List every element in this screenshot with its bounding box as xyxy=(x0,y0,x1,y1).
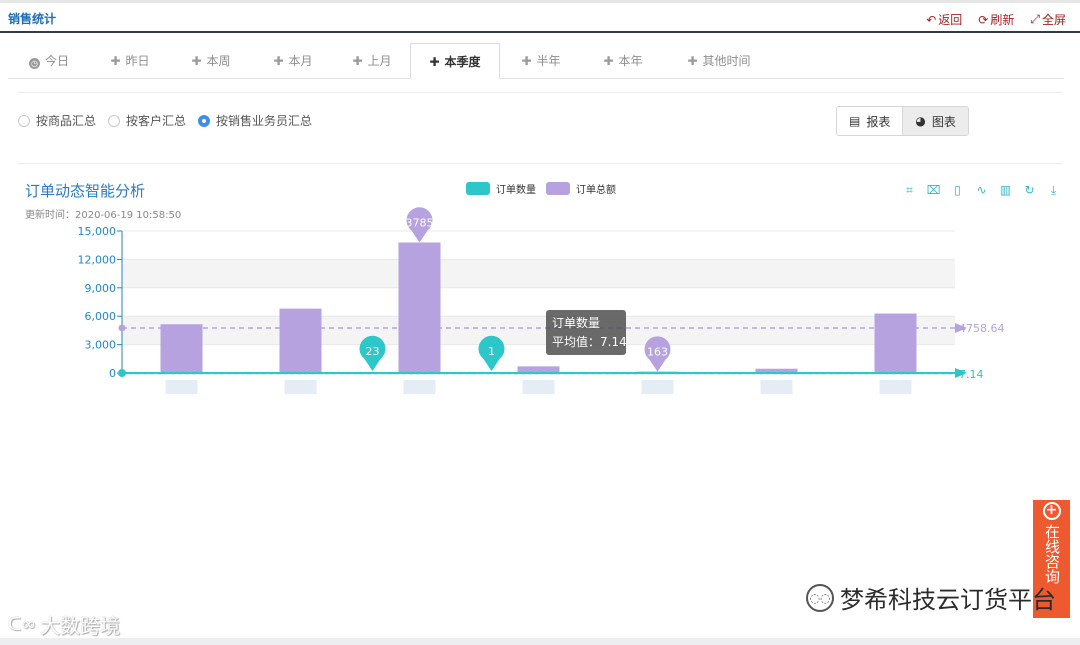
wechat-icon: ◌◌ xyxy=(806,583,834,612)
brand-watermark: ◌◌ 梦希科技云订货平台 xyxy=(806,580,1056,615)
order-count-average-start xyxy=(118,369,126,377)
restore-icon[interactable]: ↻ xyxy=(1022,183,1037,198)
category-label-blurred xyxy=(760,380,793,394)
y-tick-label: 9,000 xyxy=(85,282,117,295)
order-count-average-label: 7.14 xyxy=(959,368,984,381)
refresh-icon: ⟳ xyxy=(978,12,989,27)
plus-icon: ✚ xyxy=(429,55,440,69)
brand-logo-icon: ᑕ∞ xyxy=(8,614,37,635)
category-label-blurred xyxy=(284,380,317,394)
fullscreen-button[interactable]: ⤢ 全屏 xyxy=(1030,11,1066,28)
bar-icon[interactable]: ▥ xyxy=(998,183,1013,198)
report-view-button[interactable]: ▤ 报表 xyxy=(837,107,903,135)
order-total-average-start xyxy=(118,324,126,332)
legend-swatch xyxy=(466,182,490,195)
clock-icon: ◷ xyxy=(28,58,40,69)
plus-icon: ✚ xyxy=(273,54,284,68)
y-tick-label: 12,000 xyxy=(78,253,117,266)
order-total-average-label: 4758.64 xyxy=(959,322,1005,335)
plus-icon: ✚ xyxy=(603,54,614,68)
radio-circle xyxy=(18,114,30,127)
zoom-icon[interactable]: ⌗ xyxy=(902,183,917,198)
category-label-blurred xyxy=(165,380,198,394)
category-label-blurred xyxy=(403,380,436,394)
bar-order-total xyxy=(398,242,441,373)
divider xyxy=(18,92,1062,93)
plus-icon: ✚ xyxy=(191,54,202,68)
back-icon: ↶ xyxy=(926,12,937,27)
bar-order-total xyxy=(160,324,203,373)
refresh-button[interactable]: ⟳ 刷新 xyxy=(978,11,1014,28)
tab-this-month[interactable]: ✚ 本月 xyxy=(252,43,334,79)
chart-legend: 订单数量 订单总额 xyxy=(466,181,616,196)
bar-order-total xyxy=(279,308,322,373)
order-count-marker-label: 1 xyxy=(488,345,495,358)
grid-band xyxy=(122,287,955,317)
tab-this-quarter[interactable]: ✚ 本季度 xyxy=(410,43,500,79)
tooltip-value: 平均值：7.14 xyxy=(552,334,627,349)
divider xyxy=(18,163,1062,164)
order-chart: 15,000 12,000 9,000 6,000 3,000 0 7.14 4758.64 3… xyxy=(78,207,1005,394)
back-button[interactable]: ↶ 返回 xyxy=(926,11,962,28)
y-tick-label: 3,000 xyxy=(85,339,117,352)
pie-chart-icon: ◕ xyxy=(915,114,926,128)
download-icon[interactable]: ⤓ xyxy=(1046,183,1061,198)
legend-swatch xyxy=(546,182,570,195)
tab-yesterday[interactable]: ✚ 昨日 xyxy=(90,43,170,79)
radio-circle xyxy=(198,114,211,127)
tab-other-time[interactable]: ✚ 其他时间 xyxy=(664,43,774,79)
grid-band xyxy=(122,259,955,288)
back-label: 返回 xyxy=(938,13,963,27)
fullscreen-label: 全屏 xyxy=(1041,13,1066,27)
fullscreen-icon: ⤢ xyxy=(1030,12,1040,26)
grid-band xyxy=(122,316,955,345)
plus-icon: ✚ xyxy=(352,54,363,68)
plus-icon: ✚ xyxy=(110,54,121,68)
grouping-options: 按商品汇总 按客户汇总 按销售业务员汇总 xyxy=(18,112,312,129)
order-total-marker-label: 163 xyxy=(647,346,668,359)
line-icon[interactable]: ∿ xyxy=(974,183,989,198)
tab-today[interactable]: ◷ 今日 xyxy=(8,43,90,79)
grid-band xyxy=(122,231,955,260)
category-label-blurred xyxy=(641,380,674,394)
chart-toolbox: ⌗ ⌧ ▯ ∿ ▥ ↻ ⤓ xyxy=(902,183,1061,198)
legend-item-order-total[interactable]: 订单总额 xyxy=(546,181,616,196)
radio-by-product[interactable]: 按商品汇总 xyxy=(18,112,96,129)
header-actions: ↶ 返回 ⟳ 刷新 ⤢ 全屏 xyxy=(926,11,1066,28)
tab-last-month[interactable]: ✚ 上月 xyxy=(334,43,410,79)
order-count-marker-label: 23 xyxy=(366,345,380,358)
category-label-blurred xyxy=(879,380,912,394)
plus-circle-icon: + xyxy=(1042,502,1061,520)
tab-half-year[interactable]: ✚ 半年 xyxy=(500,43,582,79)
tab-this-week[interactable]: ✚ 本周 xyxy=(170,43,252,79)
view-toggle: ▤ 报表 ◕ 图表 xyxy=(836,106,969,136)
data-view-icon[interactable]: ▯ xyxy=(950,183,965,198)
table-icon: ▤ xyxy=(849,114,861,128)
chart-view-button[interactable]: ◕ 图表 xyxy=(902,107,968,135)
plus-icon: ✚ xyxy=(687,54,698,68)
footer-bar xyxy=(0,638,1080,645)
category-label-blurred xyxy=(522,380,555,394)
radio-by-salesperson[interactable]: 按销售业务员汇总 xyxy=(198,112,312,129)
y-tick-label: 6,000 xyxy=(85,310,117,323)
tab-this-year[interactable]: ✚ 本年 xyxy=(582,43,664,79)
refresh-label: 刷新 xyxy=(990,13,1015,27)
zoom-reset-icon[interactable]: ⌧ xyxy=(926,183,941,198)
source-watermark: ᑕ∞ 大数跨境 xyxy=(8,614,121,638)
period-tabs: ◷ 今日 ✚ 昨日 ✚ 本周 ✚ 本月 ✚ 上月 ✚ 本季度 ✚ 半年 ✚ 本年 ✚ 其他时间 xyxy=(8,43,1064,79)
order-total-marker-label: 3785 xyxy=(406,217,434,230)
page-title: 销售统计 xyxy=(8,12,57,26)
consult-label: 在线咨询 xyxy=(1043,524,1061,584)
y-tick-label: 0 xyxy=(109,367,116,380)
legend-item-order-count[interactable]: 订单数量 xyxy=(466,181,536,196)
chart-title: 订单动态智能分析 xyxy=(25,182,146,200)
radio-by-customer[interactable]: 按客户汇总 xyxy=(108,112,186,129)
title-bar: 销售统计 ↶ 返回 ⟳ 刷新 ⤢ 全屏 xyxy=(0,3,1080,33)
tooltip-title: 订单数量 xyxy=(552,315,600,330)
bar-order-total xyxy=(874,313,917,373)
radio-circle xyxy=(108,114,121,127)
y-tick-label: 15,000 xyxy=(78,225,117,238)
plus-icon: ✚ xyxy=(521,54,532,68)
